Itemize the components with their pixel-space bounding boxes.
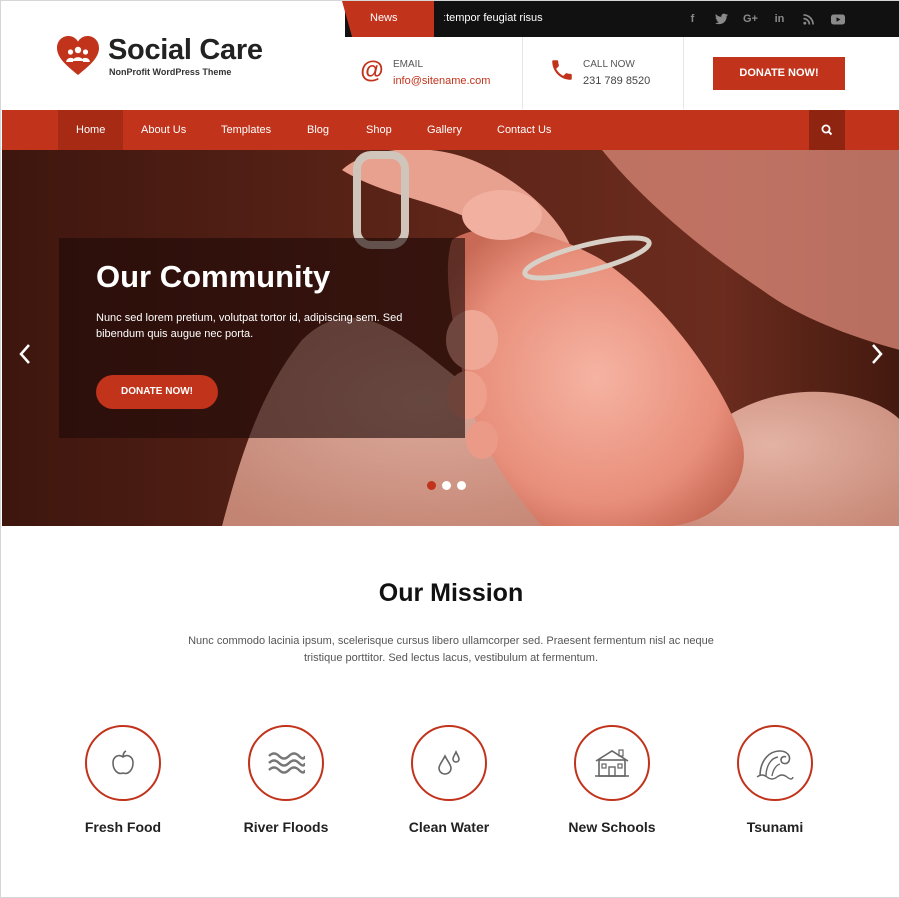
- slider-dot[interactable]: [457, 481, 466, 490]
- feature-icon-circle: [411, 725, 487, 801]
- hero-text: Nunc sed lorem pretium, volutpat tortor …: [96, 312, 403, 340]
- donate-now-button[interactable]: DONATE NOW!: [713, 57, 845, 90]
- feature-icon-circle: [85, 725, 161, 801]
- feature-river-floods[interactable]: River Floods: [226, 725, 346, 835]
- logo-subtitle: NonProfit WordPress Theme: [109, 67, 232, 77]
- twitter-icon[interactable]: [714, 10, 729, 28]
- youtube-icon[interactable]: [830, 10, 845, 28]
- main-nav: Home About Us Templates Blog Shop Galler…: [2, 110, 899, 150]
- phone-icon: [552, 60, 572, 80]
- hero-title: Our Community: [96, 259, 331, 294]
- chevron-right-icon[interactable]: [867, 341, 887, 367]
- feature-label: Clean Water: [408, 819, 490, 835]
- feature-label: Fresh Food: [84, 819, 162, 835]
- feature-icon-circle: [737, 725, 813, 801]
- nav-item-gallery[interactable]: Gallery: [427, 110, 462, 150]
- mission-text: Nunc commodo lacinia ipsum, scelerisque …: [188, 635, 714, 664]
- news-ticker[interactable]: :tempor feugiat risus: [443, 12, 543, 24]
- hero-donate-button[interactable]: DONATE NOW!: [96, 375, 218, 409]
- email-label: EMAIL: [393, 59, 424, 70]
- feature-tsunami[interactable]: Tsunami: [715, 725, 835, 835]
- svg-text:@: @: [360, 57, 383, 83]
- nav-item-contact-us[interactable]: Contact Us: [497, 110, 551, 150]
- social-links: f G+ in: [685, 10, 845, 28]
- search-icon: [821, 124, 833, 136]
- feature-new-schools[interactable]: New Schools: [552, 725, 672, 835]
- nav-item-shop[interactable]: Shop: [366, 110, 392, 150]
- at-sign-icon: @: [360, 57, 383, 83]
- header-divider: [522, 37, 523, 109]
- logo-title[interactable]: Social Care: [108, 34, 263, 67]
- feature-label: Tsunami: [746, 819, 804, 835]
- linkedin-icon[interactable]: in: [772, 10, 787, 28]
- waves-icon: [268, 752, 305, 774]
- news-tag: News: [342, 1, 434, 37]
- news-label: News: [370, 12, 398, 24]
- news-ticker-text[interactable]: tempor feugiat risus: [446, 12, 543, 24]
- header-divider: [683, 37, 684, 109]
- tsunami-wave-icon: [756, 750, 794, 780]
- feature-fresh-food[interactable]: Fresh Food: [63, 725, 183, 835]
- feature-label: New Schools: [568, 819, 656, 835]
- apple-icon: [112, 750, 134, 775]
- email-link[interactable]: info@sitename.com: [393, 75, 490, 87]
- feature-clean-water[interactable]: Clean Water: [389, 725, 509, 835]
- feature-icon-circle: [574, 725, 650, 801]
- slider-dots: [427, 481, 466, 490]
- school-icon: [595, 749, 629, 777]
- rss-icon[interactable]: [801, 10, 816, 28]
- mission-title: Our Mission: [378, 579, 524, 607]
- page: News :tempor feugiat risus f G+ in Socia…: [0, 0, 900, 898]
- google-plus-icon[interactable]: G+: [743, 10, 758, 28]
- search-button[interactable]: [809, 110, 845, 150]
- nav-item-about-us[interactable]: About Us: [141, 110, 186, 150]
- phone-number[interactable]: 231 789 8520: [583, 75, 650, 87]
- slider-dot[interactable]: [442, 481, 451, 490]
- feature-icon-circle: [248, 725, 324, 801]
- feature-label: River Floods: [243, 819, 329, 835]
- nav-item-blog[interactable]: Blog: [307, 110, 329, 150]
- nav-item-home[interactable]: Home: [58, 110, 124, 150]
- facebook-icon[interactable]: f: [685, 10, 700, 28]
- chevron-left-icon[interactable]: [15, 341, 35, 367]
- water-drops-icon: [438, 749, 460, 775]
- call-label: CALL NOW: [583, 59, 635, 70]
- nav-item-templates[interactable]: Templates: [221, 110, 271, 150]
- slider-dot[interactable]: [427, 481, 436, 490]
- heart-logo-icon[interactable]: [57, 36, 99, 76]
